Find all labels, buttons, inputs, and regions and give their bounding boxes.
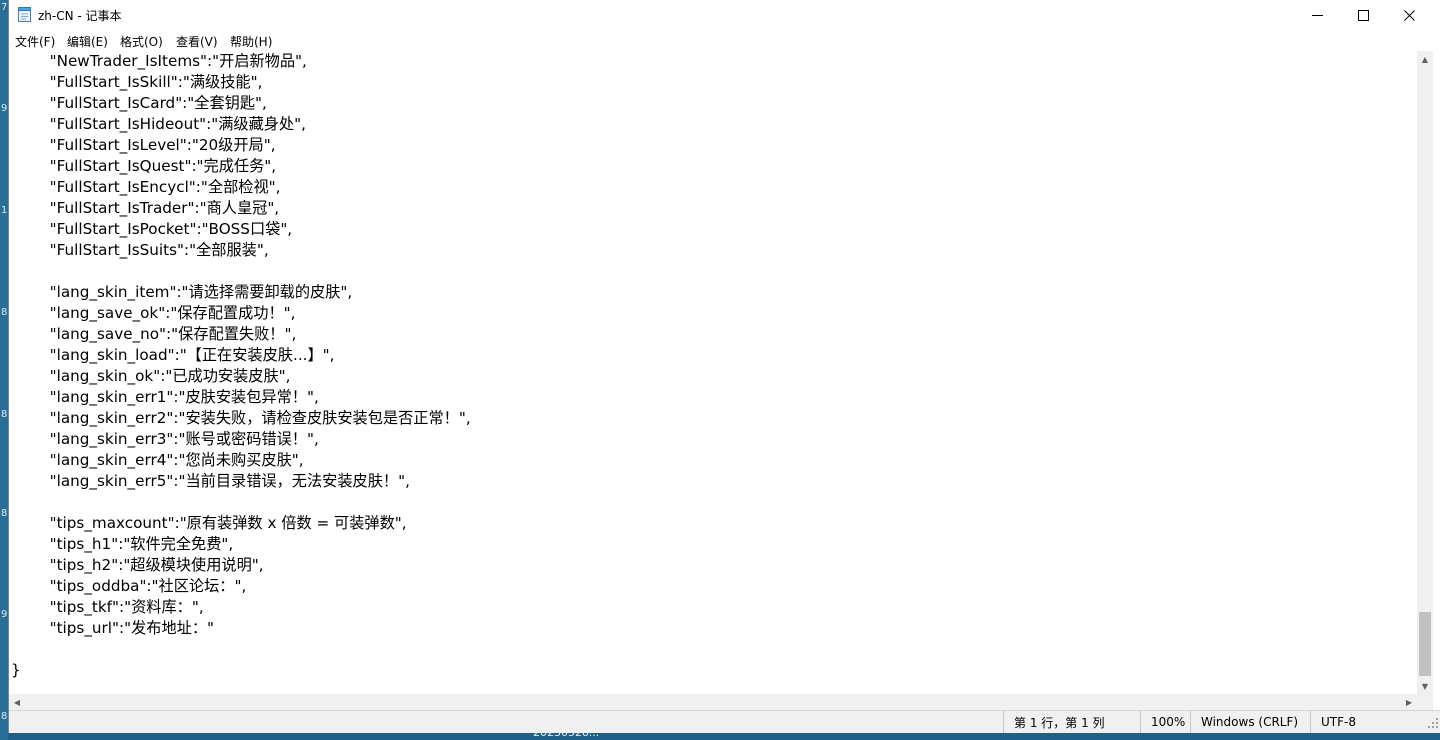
maximize-button[interactable] — [1340, 0, 1386, 30]
desktop-edge-mark: 8 — [1, 508, 8, 519]
scroll-right-icon[interactable]: ▶ — [1401, 694, 1417, 710]
notepad-icon — [18, 7, 31, 22]
menu-help[interactable]: 帮助(H) — [230, 33, 272, 50]
scrollbar-corner — [1417, 694, 1433, 710]
scroll-up-icon[interactable]: ▲ — [1417, 51, 1433, 67]
desktop-edge-mark: 9 — [1, 609, 8, 620]
status-cursor-position: 第 1 行，第 1 列 — [1003, 711, 1140, 733]
maximize-icon — [1357, 9, 1369, 21]
desktop-edge-mark: 9 — [1, 103, 8, 114]
notepad-window: zh-CN - 记事本 文件(F) 编辑(E) 格式(O) 查看(V) 帮助(H… — [8, 0, 1440, 733]
menu-view[interactable]: 查看(V) — [176, 33, 218, 50]
status-line-ending: Windows (CRLF) — [1190, 711, 1310, 733]
menu-edit[interactable]: 编辑(E) — [67, 33, 108, 50]
menu-bar: 文件(F) 编辑(E) 格式(O) 查看(V) 帮助(H) — [9, 30, 1440, 51]
desktop-edge-mark: 8 — [1, 409, 8, 420]
minimize-icon — [1311, 14, 1323, 16]
status-encoding: UTF-8 — [1310, 711, 1433, 733]
close-icon — [1403, 9, 1415, 21]
scroll-down-icon[interactable]: ▼ — [1417, 678, 1433, 694]
menu-format[interactable]: 格式(O) — [120, 33, 163, 50]
status-zoom: 100% — [1140, 711, 1190, 733]
desktop-edge-mark: 1 — [1, 205, 8, 216]
desktop-edge-mark: 7 — [1, 2, 8, 13]
close-button[interactable] — [1386, 0, 1432, 30]
desktop-edge-mark: 8 — [1, 307, 8, 318]
title-bar[interactable]: zh-CN - 记事本 — [9, 0, 1440, 30]
editor-content[interactable]: "NewTrader_IsItems":"开启新物品", "FullStart_… — [9, 51, 1417, 681]
window-title: zh-CN - 记事本 — [38, 9, 122, 23]
menu-file[interactable]: 文件(F) — [15, 33, 55, 50]
desktop-edge-mark: 8 — [1, 711, 8, 722]
vertical-scrollbar[interactable]: ▲ ▼ — [1417, 51, 1433, 694]
status-bar: 第 1 行，第 1 列 100% Windows (CRLF) UTF-8 — [9, 710, 1440, 733]
scroll-left-icon[interactable]: ◀ — [9, 694, 25, 710]
minimize-button[interactable] — [1294, 0, 1340, 30]
horizontal-scrollbar[interactable]: ◀ ▶ — [9, 694, 1417, 710]
resize-grip-icon[interactable] — [1428, 718, 1438, 728]
vertical-scroll-thumb[interactable] — [1419, 612, 1431, 676]
desktop-edge: 7 9 1 8 8 8 9 8 — [0, 0, 8, 740]
text-editor[interactable]: "NewTrader_IsItems":"开启新物品", "FullStart_… — [9, 51, 1417, 694]
